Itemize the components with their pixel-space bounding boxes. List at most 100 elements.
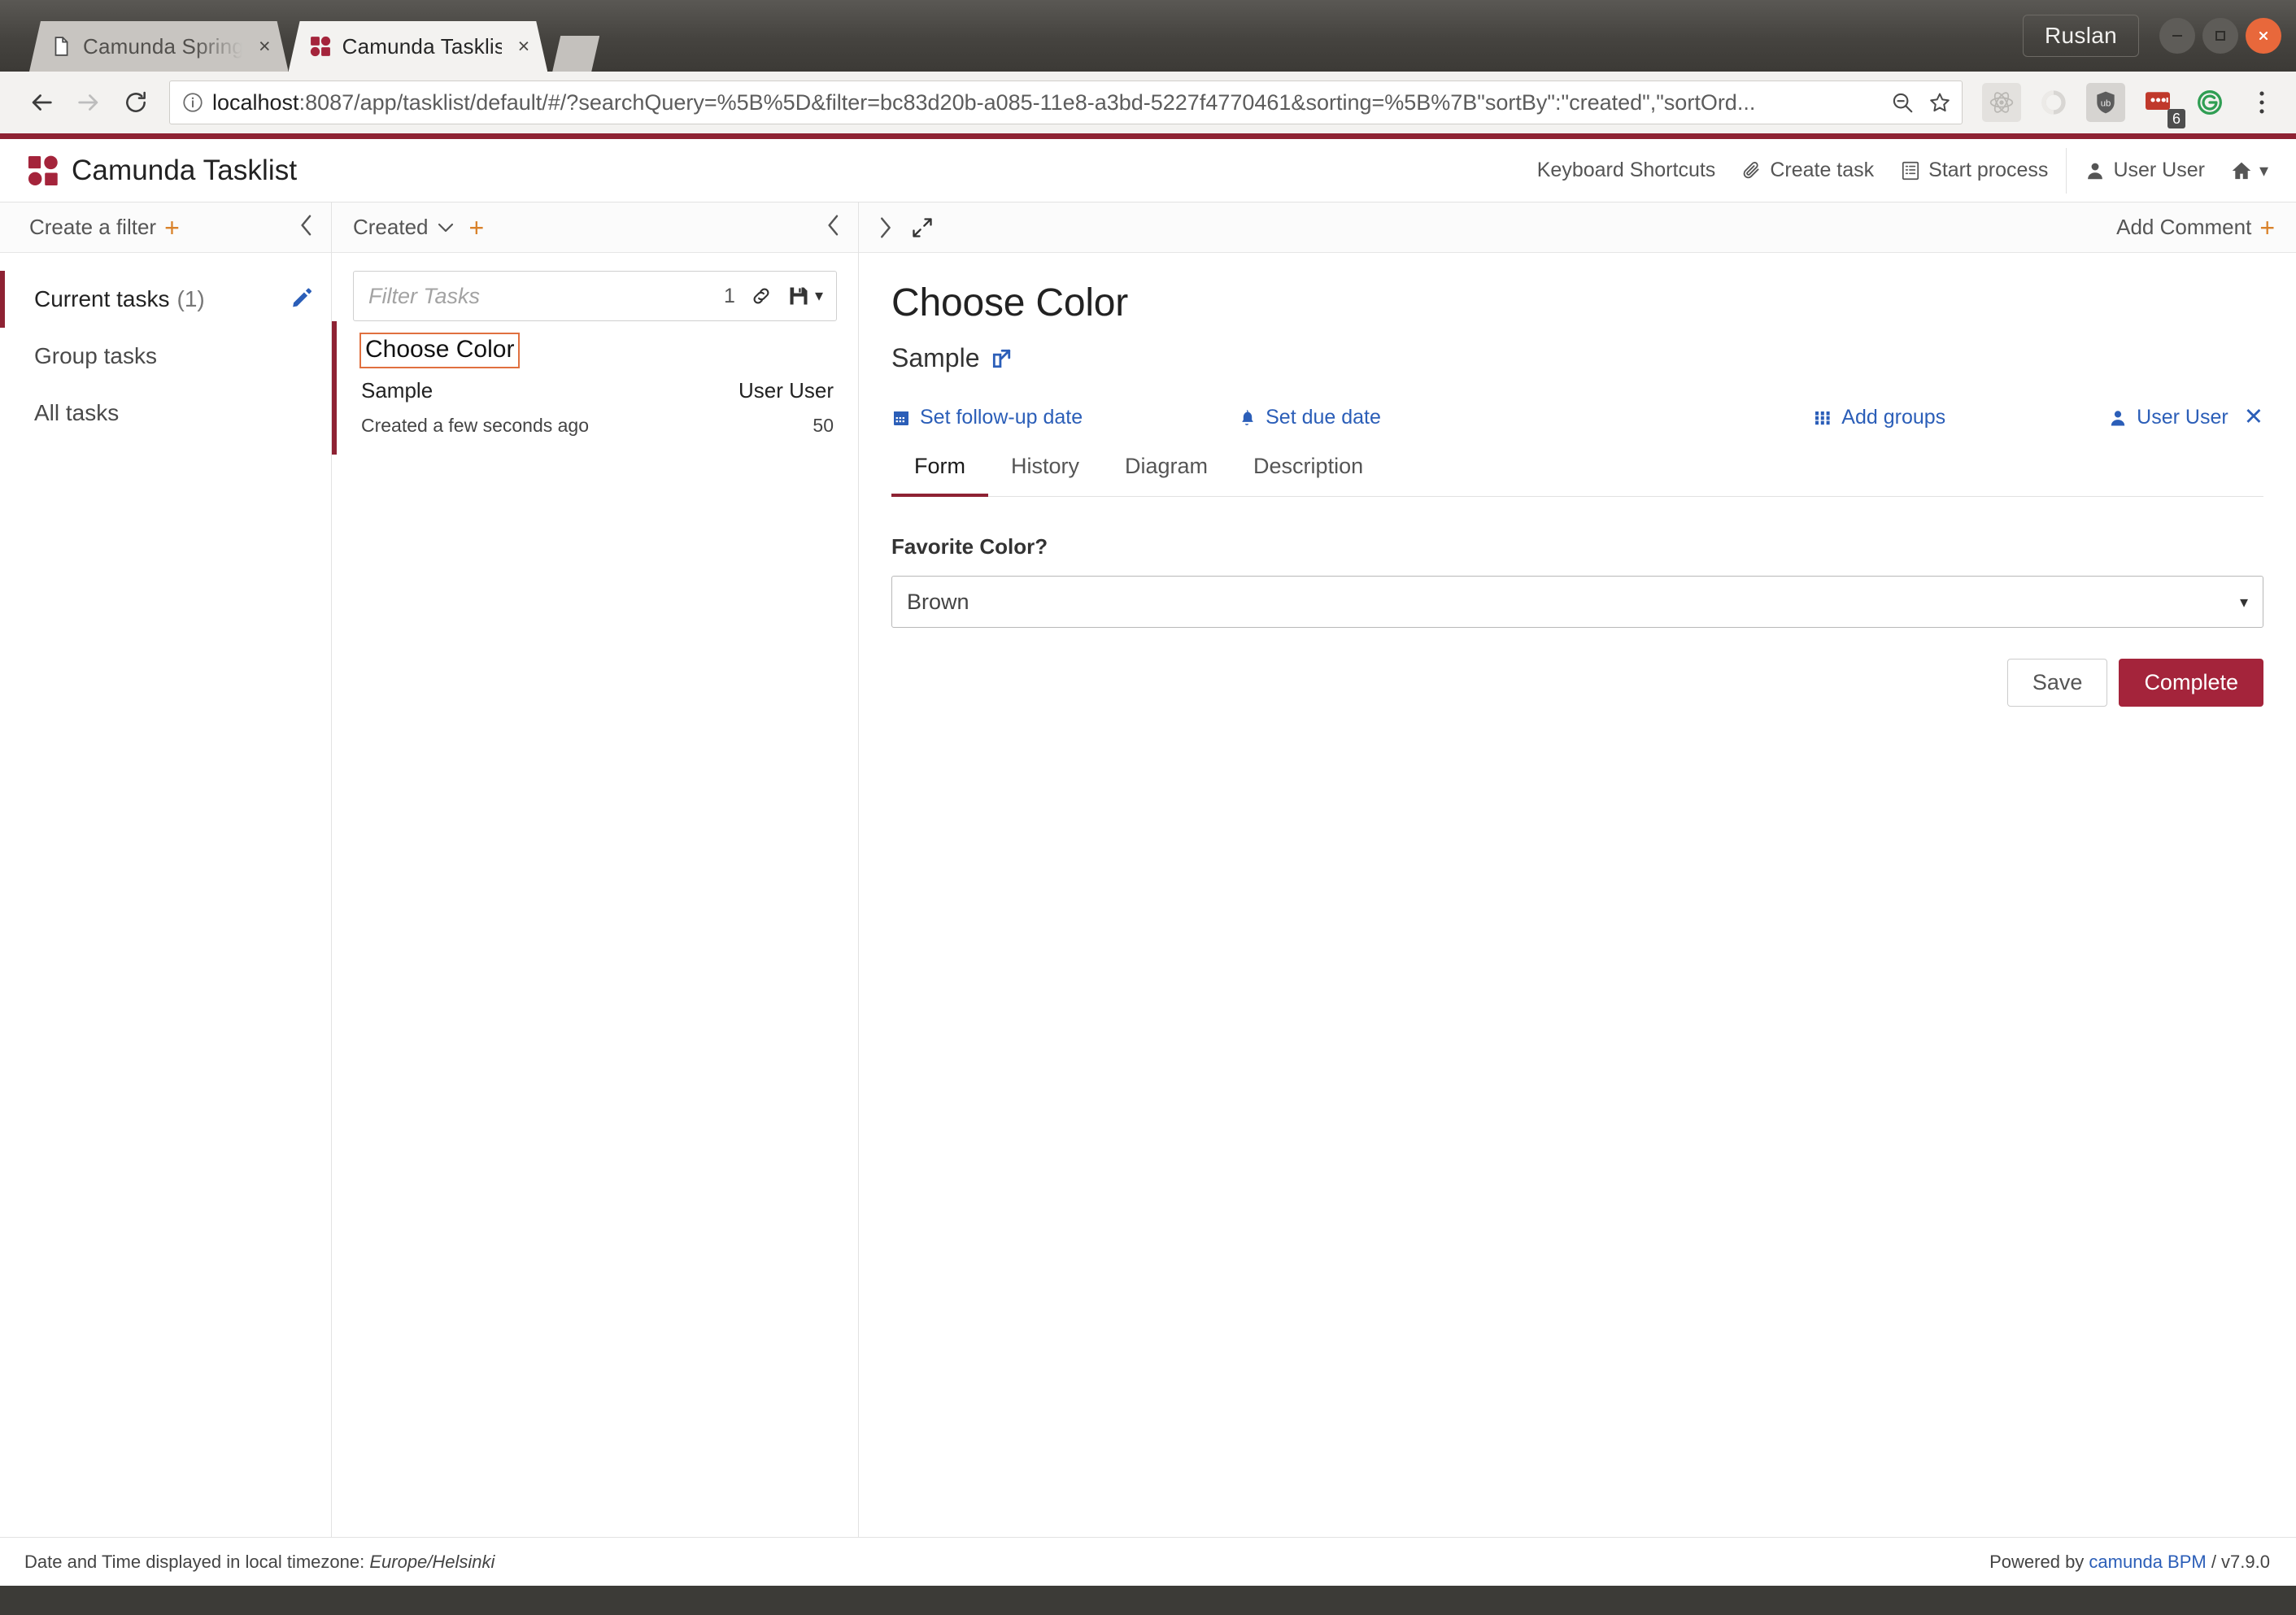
process-definition-name: Sample: [891, 343, 980, 372]
forward-arrow-icon: [65, 79, 112, 126]
app-body: Create a filter + Current tasks (1) Grou…: [0, 202, 2296, 1537]
favorite-color-value: Brown: [907, 589, 969, 614]
start-process-link[interactable]: Start process: [1887, 159, 2061, 182]
info-icon: [183, 93, 203, 112]
sidebar-item-group-tasks[interactable]: Group tasks: [0, 328, 331, 385]
ring-extension-icon[interactable]: [2034, 83, 2073, 122]
task-item-process: Sample: [361, 378, 433, 403]
browser-tab-2-title: Camunda Tasklist: [342, 33, 502, 59]
back-arrow-icon[interactable]: [18, 79, 65, 126]
sidebar-item-current-tasks[interactable]: Current tasks (1): [0, 271, 331, 328]
profile-button[interactable]: Ruslan: [2023, 15, 2139, 57]
extension-badge-count: 6: [2167, 108, 2185, 128]
set-due-date-button[interactable]: Set due date: [1237, 406, 1381, 429]
grammarly-icon[interactable]: [2190, 83, 2229, 122]
favorite-color-label: Favorite Color?: [891, 534, 1048, 559]
sidebar-item-label: Group tasks: [34, 343, 157, 368]
tab-history[interactable]: History: [988, 454, 1102, 497]
external-link-icon[interactable]: [991, 348, 1012, 369]
floppy-save-icon[interactable]: ▾: [787, 285, 823, 307]
version-label: / v7.9.0: [2206, 1551, 2270, 1572]
react-devtools-icon[interactable]: [1982, 83, 2021, 122]
ublock-origin-icon[interactable]: ub: [2086, 83, 2125, 122]
zoom-out-icon[interactable]: [1890, 90, 1915, 115]
calendar-icon: [894, 411, 908, 425]
address-bar[interactable]: localhost:8087/app/tasklist/default/#/?s…: [169, 81, 1963, 124]
task-item-meta-row: Sample User User: [361, 378, 834, 403]
filter-sidebar: Create a filter + Current tasks (1) Grou…: [0, 202, 332, 1537]
svg-text:ub: ub: [2101, 99, 2111, 109]
chevron-down-icon[interactable]: ▾: [2240, 592, 2248, 612]
new-tab-button[interactable]: [552, 36, 599, 72]
star-icon[interactable]: [1928, 90, 1952, 115]
app-header: Camunda Tasklist Keyboard Shortcuts Crea…: [0, 139, 2296, 202]
three-dot-menu-icon[interactable]: [2242, 83, 2281, 122]
create-filter-plus-icon[interactable]: +: [164, 215, 180, 241]
home-menu-caret: ▾: [2259, 159, 2268, 181]
set-follow-up-date-button[interactable]: Set follow-up date: [891, 406, 1083, 429]
address-bar-url: localhost:8087/app/tasklist/default/#/?s…: [212, 90, 1755, 115]
add-groups-label: Add groups: [1841, 406, 1946, 429]
reload-icon[interactable]: [112, 79, 159, 126]
task-search-box[interactable]: 1: [353, 271, 837, 321]
add-comment-area[interactable]: Add Comment +: [2116, 215, 2275, 241]
remove-assignee-icon[interactable]: ✕: [2244, 406, 2263, 429]
home-menu[interactable]: ▾: [2218, 160, 2281, 181]
chevron-left-icon[interactable]: [297, 213, 315, 242]
add-sort-plus-icon[interactable]: +: [469, 215, 485, 241]
create-filter-label[interactable]: Create a filter: [29, 215, 156, 240]
red-extension-icon[interactable]: 6: [2138, 83, 2185, 128]
extension-bar: ub 6: [1971, 83, 2281, 128]
search-input[interactable]: [368, 283, 710, 309]
tab-diagram[interactable]: Diagram: [1102, 454, 1231, 497]
favorite-color-select[interactable]: Brown ▾: [891, 576, 2263, 628]
detail-tabs: Form History Diagram Description: [891, 454, 2263, 497]
create-task-label: Create task: [1770, 159, 1875, 181]
filter-list: Current tasks (1) Group tasks All tasks: [0, 253, 331, 442]
add-groups-button[interactable]: Add groups: [1813, 406, 1945, 429]
browser-tab-1-title: Camunda Spring Bo: [83, 33, 242, 59]
sidebar-item-all-tasks[interactable]: All tasks: [0, 385, 331, 442]
set-due-date-label: Set due date: [1266, 406, 1381, 429]
home-icon: [2232, 162, 2251, 179]
task-detail-panel: Add Comment + Choose Color Sample Set fo…: [859, 202, 2296, 1537]
minimize-icon[interactable]: [2159, 18, 2195, 54]
task-item-created: Created a few seconds ago: [361, 415, 590, 436]
sidebar-item-count: (1): [176, 286, 205, 311]
browser-tab-1[interactable]: Camunda Spring Bo ×: [29, 21, 289, 72]
task-form: Favorite Color? Brown ▾ Save Complete: [891, 497, 2263, 707]
create-task-link[interactable]: Create task: [1728, 159, 1887, 182]
camunda-bpm-link[interactable]: camunda BPM: [2089, 1552, 2206, 1572]
process-definition-link[interactable]: Sample: [891, 343, 2263, 373]
browser-tab-2-close-icon[interactable]: ×: [518, 36, 530, 57]
task-assignee[interactable]: User User ✕: [2108, 406, 2263, 429]
complete-button[interactable]: Complete: [2119, 659, 2263, 707]
save-button[interactable]: Save: [2006, 659, 2108, 707]
form-buttons: Save Complete: [891, 659, 2263, 707]
link-icon[interactable]: [750, 285, 773, 307]
url-path: :8087/app/tasklist/default/#/?searchQuer…: [298, 89, 1756, 115]
maximize-icon[interactable]: [2202, 18, 2238, 54]
user-menu[interactable]: User User: [2072, 159, 2218, 182]
add-comment-plus-icon[interactable]: +: [2259, 215, 2275, 241]
list-icon: [1902, 161, 1919, 180]
task-search-area: 1: [332, 253, 858, 321]
task-item-title[interactable]: Choose Color: [359, 333, 521, 368]
page-content: Camunda Tasklist Keyboard Shortcuts Crea…: [0, 133, 2296, 1586]
expand-icon[interactable]: [911, 216, 934, 239]
powered-by-prefix: Powered by: [1989, 1551, 2089, 1572]
task-list-item[interactable]: Choose Color Sample User User Created a …: [332, 321, 858, 455]
keyboard-shortcuts-link[interactable]: Keyboard Shortcuts: [1524, 159, 1729, 182]
browser-tab-2[interactable]: Camunda Tasklist ×: [289, 21, 548, 72]
pencil-icon[interactable]: [290, 286, 313, 313]
chevron-down-icon[interactable]: [437, 221, 455, 234]
chevron-left-icon[interactable]: [824, 213, 842, 242]
tab-description[interactable]: Description: [1231, 454, 1386, 497]
app-brand[interactable]: Camunda Tasklist: [28, 155, 297, 187]
browser-tab-1-close-icon[interactable]: ×: [259, 36, 271, 57]
sort-by-label[interactable]: Created: [353, 215, 429, 240]
tab-form[interactable]: Form: [891, 454, 988, 497]
chevron-right-icon[interactable]: [877, 215, 893, 240]
close-icon[interactable]: [2246, 18, 2281, 54]
timezone-value: Europe/Helsinki: [369, 1551, 495, 1572]
